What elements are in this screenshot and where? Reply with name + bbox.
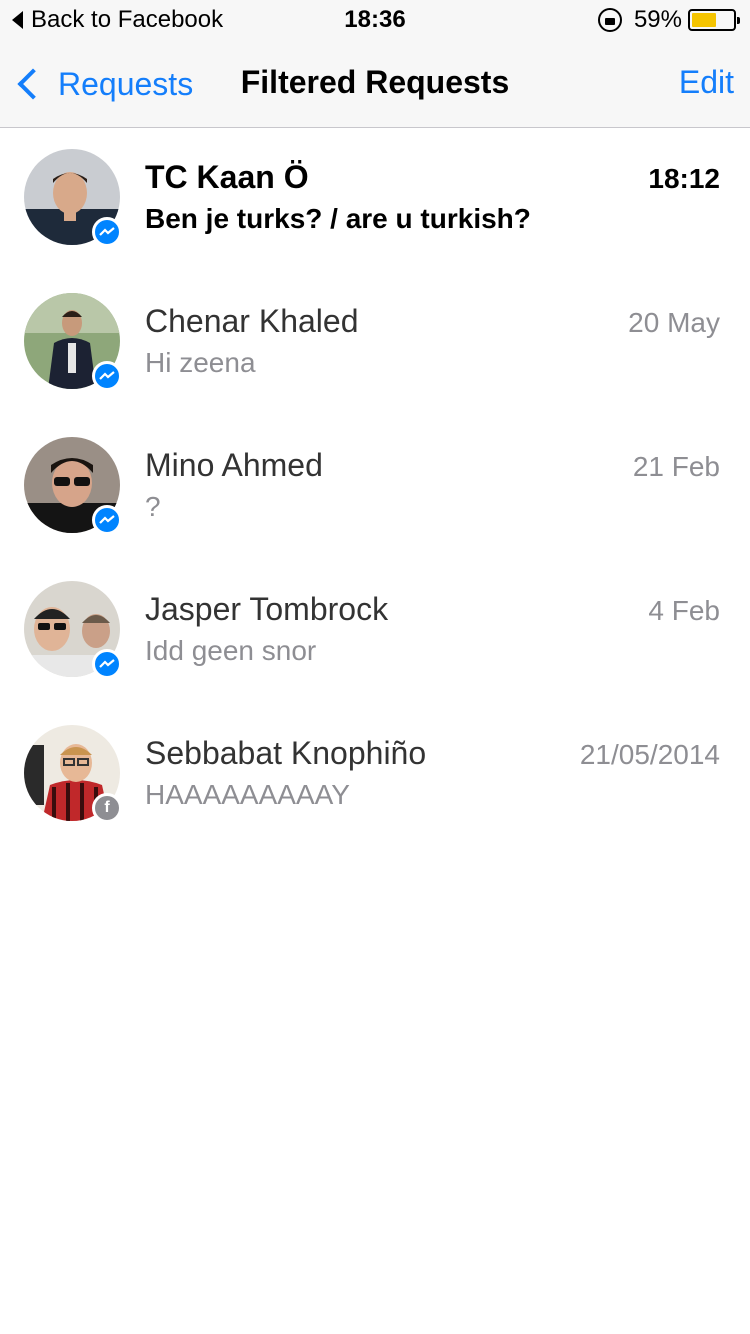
edit-button[interactable]: Edit (679, 64, 734, 101)
battery-fill (692, 13, 716, 27)
conversation-row[interactable]: Jasper Tombrock Idd geen snor 4 Feb (0, 561, 750, 705)
status-right: 59% (597, 6, 740, 34)
conversation-time: 21/05/2014 (579, 739, 720, 770)
messenger-icon (92, 649, 122, 679)
battery-icon (688, 9, 740, 31)
conversation-name: Sebbabat Knophiño (145, 735, 427, 771)
conversation-message: HAAAAAAAAAY (145, 779, 350, 810)
conversation-message: Ben je turks? / are u turkish? (145, 203, 531, 234)
messenger-icon (92, 361, 122, 391)
conversation-message: ? (145, 491, 161, 522)
conversation-time: 20 May (628, 307, 720, 338)
conversation-message: Hi zeena (145, 347, 256, 378)
conversation-message: Idd geen snor (145, 635, 317, 666)
conversation-name: Chenar Khaled (145, 303, 359, 339)
conversation-row[interactable]: f Sebbabat Knophiño HAAAAAAAAAY 21/05/20… (0, 705, 750, 849)
status-bar: Back to Facebook 18:36 59% (0, 0, 750, 40)
conversation-row[interactable]: Mino Ahmed ? 21 Feb (0, 417, 750, 561)
battery-percent: 59% (633, 6, 682, 33)
navigation-bar: Requests Filtered Requests Edit (0, 40, 750, 128)
conversation-time: 18:12 (648, 163, 720, 194)
page-title: Filtered Requests (240, 64, 510, 100)
conversation-row[interactable]: TC Kaan Ö Ben je turks? / are u turkish?… (0, 129, 750, 273)
conversation-name: Jasper Tombrock (145, 591, 389, 627)
conversation-name: Mino Ahmed (145, 447, 323, 483)
facebook-icon: f (92, 793, 122, 823)
messenger-icon (92, 505, 122, 535)
messenger-icon (92, 217, 122, 247)
conversation-list: TC Kaan Ö Ben je turks? / are u turkish?… (0, 129, 750, 849)
conversation-time: 21 Feb (632, 451, 720, 482)
conversation-name: TC Kaan Ö (145, 159, 309, 195)
conversation-time: 4 Feb (648, 595, 720, 626)
rotation-lock-icon (597, 8, 622, 32)
conversation-row[interactable]: Chenar Khaled Hi zeena 20 May (0, 273, 750, 417)
